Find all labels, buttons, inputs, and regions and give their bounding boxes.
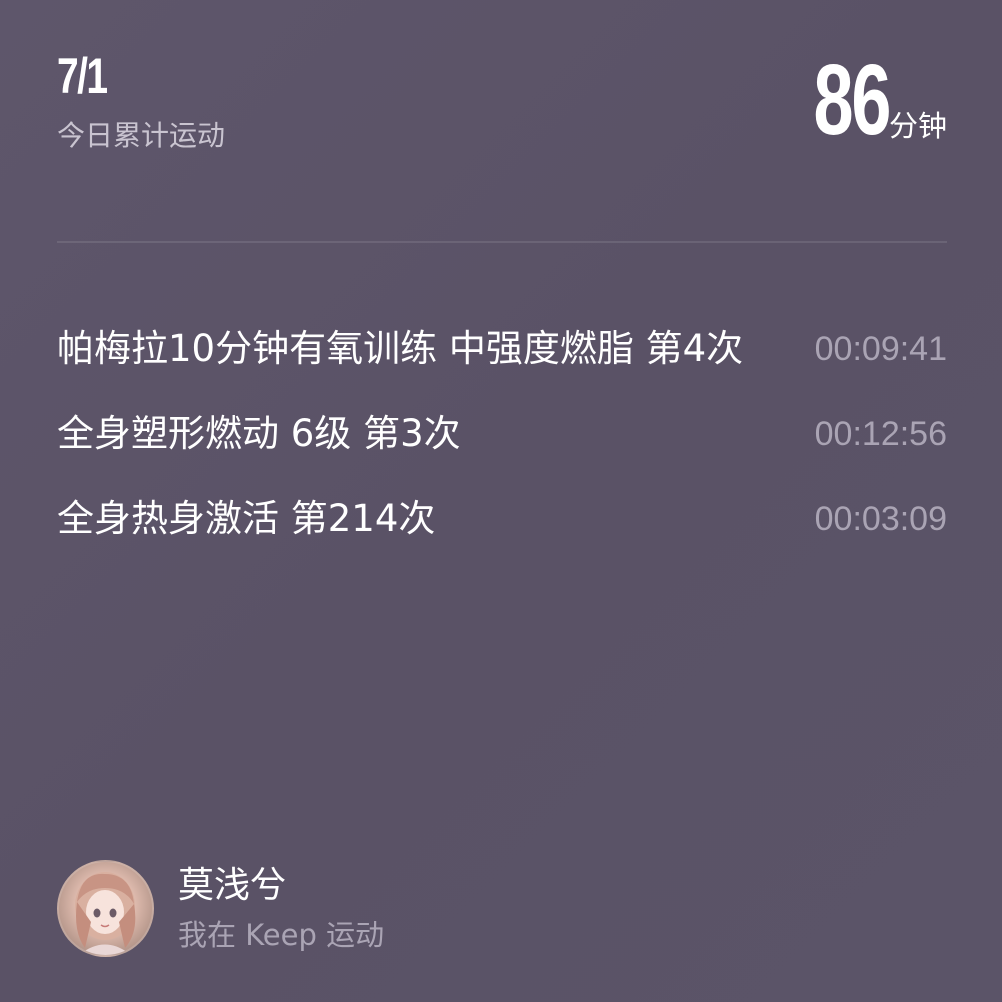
workout-duration: 00:12:56: [814, 414, 947, 453]
workout-name: 全身塑形燃动 6级 第3次: [57, 411, 461, 455]
workout-duration: 00:03:09: [814, 499, 947, 538]
workout-name: 全身热身激活 第214次: [57, 496, 436, 540]
workout-record[interactable]: 全身塑形燃动 6级 第3次 00:12:56: [57, 391, 947, 476]
total-minutes-value: 86: [813, 44, 891, 156]
avatar[interactable]: [57, 860, 154, 957]
total-duration: 86 分钟: [784, 44, 947, 156]
daily-total-label: 今日累计运动: [57, 119, 226, 152]
workout-list: 帕梅拉10分钟有氧训练 中强度燃脂 第4次 00:09:41 全身塑形燃动 6级…: [57, 306, 947, 561]
workout-record[interactable]: 全身热身激活 第214次 00:03:09: [57, 476, 947, 561]
app-caption: 我在 Keep 运动: [178, 917, 385, 952]
user-name: 莫浅兮: [178, 864, 287, 906]
workout-duration: 00:09:41: [814, 329, 947, 368]
avatar-illustration: [75, 872, 136, 955]
workout-name: 帕梅拉10分钟有氧训练 中强度燃脂 第4次: [57, 326, 744, 370]
date-label: 7/1: [57, 48, 108, 104]
total-minutes-unit: 分钟: [888, 109, 947, 143]
user-profile[interactable]: 莫浅兮 我在 Keep 运动: [57, 860, 384, 957]
workout-record[interactable]: 帕梅拉10分钟有氧训练 中强度燃脂 第4次 00:09:41: [57, 306, 947, 391]
divider: [57, 241, 947, 243]
